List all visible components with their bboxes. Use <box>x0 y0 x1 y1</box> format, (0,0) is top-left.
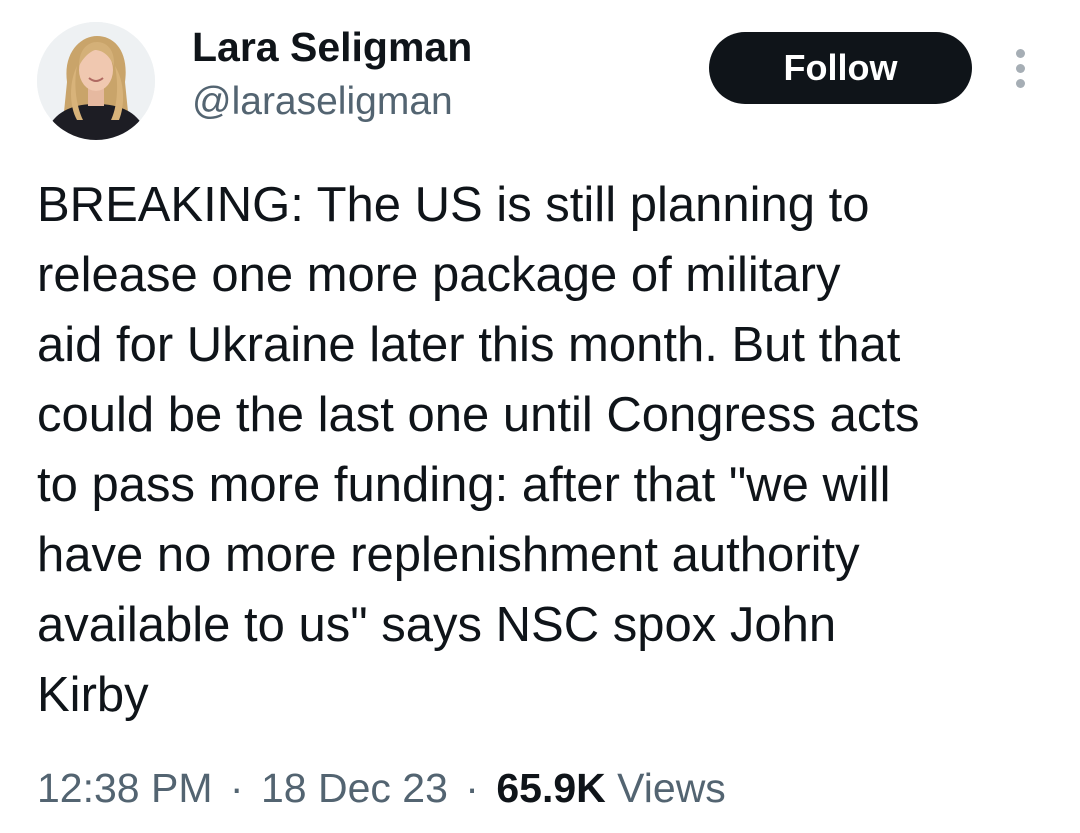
author-name[interactable]: Lara Seligman <box>192 24 472 71</box>
tweet-date[interactable]: 18 Dec 23 <box>261 765 448 811</box>
more-vertical-icon[interactable] <box>1004 46 1036 90</box>
separator: · <box>465 765 479 811</box>
tweet-time[interactable]: 12:38 PM <box>37 765 213 811</box>
tweet-card: Lara Seligman @laraseligman Follow BREAK… <box>0 0 1080 833</box>
views-label: Views <box>617 765 726 811</box>
separator: · <box>229 765 244 811</box>
views-count[interactable]: 65.9K <box>496 765 605 811</box>
author-handle[interactable]: @laraseligman <box>192 80 453 124</box>
tweet-meta: 12:38 PM · 18 Dec 23 · 65.9K Views <box>37 765 726 812</box>
avatar[interactable] <box>37 22 155 140</box>
follow-button[interactable]: Follow <box>709 32 972 104</box>
avatar-image <box>37 22 155 140</box>
tweet-text: BREAKING: The US is still planning to re… <box>37 178 920 722</box>
